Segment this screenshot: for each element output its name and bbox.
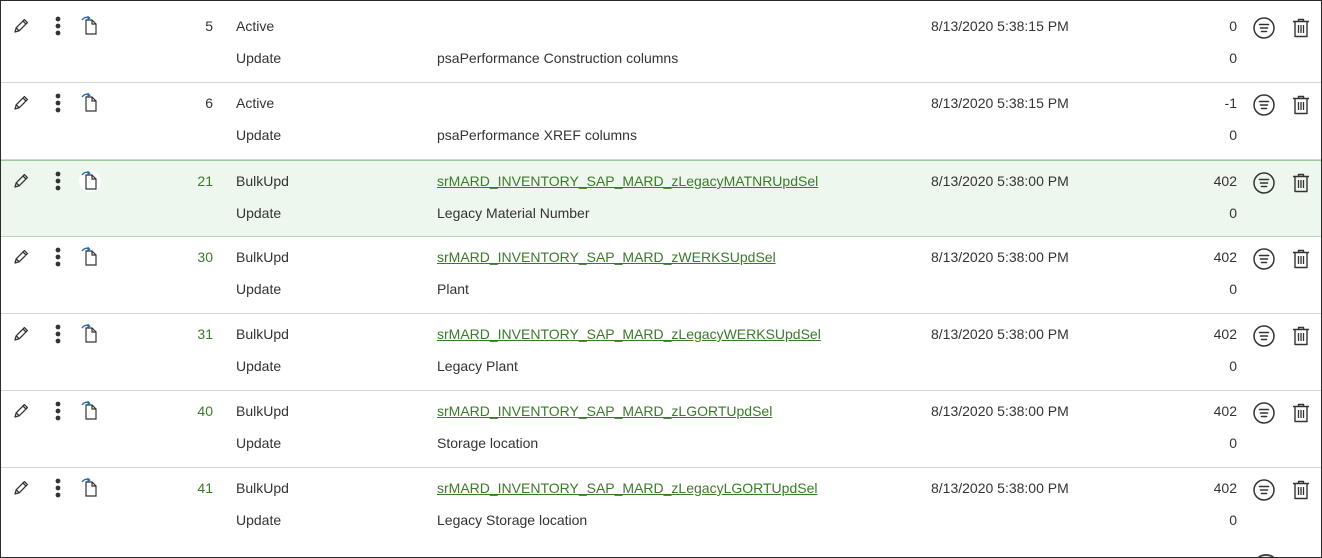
document-arrow-icon[interactable] [79, 477, 101, 499]
rule-kind: Active [236, 18, 275, 34]
timestamp: 8/13/2020 5:38:00 PM [931, 480, 1069, 496]
vertical-dots-icon[interactable] [52, 92, 64, 114]
trash-icon[interactable] [1289, 247, 1313, 271]
table-row[interactable]: 31 BulkUpd srMARD_INVENTORY_SAP_MARD_zLe… [1, 314, 1321, 391]
sequence-number: 21 [197, 173, 213, 189]
trash-icon[interactable] [1289, 171, 1313, 195]
secondary-count: 0 [1229, 127, 1237, 143]
rule-description: Legacy Plant [437, 358, 518, 374]
document-arrow-icon[interactable] [79, 323, 101, 345]
table-row[interactable]: 5 Active 8/13/2020 5:38:15 PM 0 Update p… [1, 6, 1321, 83]
sequence-number: 31 [197, 326, 213, 342]
list-circle-icon[interactable] [1252, 247, 1276, 271]
vertical-dots-icon[interactable] [52, 15, 64, 37]
secondary-count: 0 [1229, 435, 1237, 451]
list-circle-icon[interactable] [1252, 171, 1276, 195]
pencil-icon[interactable] [12, 17, 30, 35]
rule-link[interactable]: srMARD_INVENTORY_SAP_MARD_zLGORTUpdSel [437, 403, 772, 419]
sequence-number: 41 [197, 480, 213, 496]
rule-kind: BulkUpd [236, 249, 289, 265]
secondary-count: 0 [1229, 50, 1237, 66]
operation-type: Update [236, 358, 282, 374]
record-count: 402 [1213, 403, 1237, 419]
list-circle-icon[interactable] [1252, 401, 1276, 425]
operation-type: Update [236, 50, 282, 66]
secondary-count: 0 [1229, 205, 1237, 221]
trash-icon[interactable] [1289, 93, 1313, 117]
record-count: 402 [1213, 249, 1237, 265]
rule-description: Legacy Material Number [437, 205, 590, 221]
pencil-icon[interactable] [12, 94, 30, 112]
rules-list: 5 Active 8/13/2020 5:38:15 PM 0 Update p… [1, 6, 1321, 545]
table-row[interactable]: 41 BulkUpd srMARD_INVENTORY_SAP_MARD_zLe… [1, 468, 1321, 545]
rule-description: psaPerformance XREF columns [437, 127, 637, 143]
record-count: 0 [1229, 18, 1237, 34]
record-count: 402 [1213, 173, 1237, 189]
pencil-icon[interactable] [12, 248, 30, 266]
sequence-number: 5 [205, 18, 213, 34]
record-count: -1 [1224, 95, 1237, 111]
sequence-number: 6 [205, 95, 213, 111]
next-row-icon-peek [1257, 554, 1275, 557]
list-circle-icon[interactable] [1252, 324, 1276, 348]
trash-icon[interactable] [1289, 324, 1313, 348]
record-count: 402 [1213, 480, 1237, 496]
vertical-dots-icon[interactable] [52, 170, 64, 192]
list-circle-icon[interactable] [1252, 478, 1276, 502]
rule-description: Legacy Storage location [437, 512, 588, 528]
timestamp: 8/13/2020 5:38:00 PM [931, 173, 1069, 189]
secondary-count: 0 [1229, 358, 1237, 374]
rule-kind: BulkUpd [236, 173, 289, 189]
rule-kind: BulkUpd [236, 480, 289, 496]
vertical-dots-icon[interactable] [52, 477, 64, 499]
secondary-count: 0 [1229, 281, 1237, 297]
vertical-dots-icon[interactable] [52, 323, 64, 345]
document-arrow-icon[interactable] [79, 92, 101, 114]
timestamp: 8/13/2020 5:38:00 PM [931, 249, 1069, 265]
operation-type: Update [236, 435, 282, 451]
sequence-number: 30 [197, 249, 213, 265]
operation-type: Update [236, 281, 282, 297]
operation-type: Update [236, 512, 282, 528]
pencil-icon[interactable] [12, 402, 30, 420]
timestamp: 8/13/2020 5:38:00 PM [931, 403, 1069, 419]
document-arrow-icon[interactable] [79, 170, 101, 192]
rule-description: Plant [437, 281, 469, 297]
rule-kind: BulkUpd [236, 403, 289, 419]
document-arrow-icon[interactable] [79, 400, 101, 422]
timestamp: 8/13/2020 5:38:00 PM [931, 326, 1069, 342]
rule-link[interactable]: srMARD_INVENTORY_SAP_MARD_zLegacyLGORTUp… [437, 480, 817, 496]
rule-link[interactable]: srMARD_INVENTORY_SAP_MARD_zLegacyMATNRUp… [437, 173, 818, 189]
table-row[interactable]: 40 BulkUpd srMARD_INVENTORY_SAP_MARD_zLG… [1, 391, 1321, 468]
pencil-icon[interactable] [12, 172, 30, 190]
record-count: 402 [1213, 326, 1237, 342]
trash-icon[interactable] [1289, 16, 1313, 40]
table-row[interactable]: 30 BulkUpd srMARD_INVENTORY_SAP_MARD_zWE… [1, 237, 1321, 314]
vertical-dots-icon[interactable] [52, 246, 64, 268]
pencil-icon[interactable] [12, 325, 30, 343]
operation-type: Update [236, 205, 282, 221]
rule-link[interactable]: srMARD_INVENTORY_SAP_MARD_zWERKSUpdSel [437, 249, 776, 265]
rule-kind: BulkUpd [236, 326, 289, 342]
document-arrow-icon[interactable] [79, 246, 101, 268]
timestamp: 8/13/2020 5:38:15 PM [931, 95, 1069, 111]
document-arrow-icon[interactable] [79, 15, 101, 37]
list-circle-icon[interactable] [1252, 93, 1276, 117]
table-row[interactable]: 6 Active 8/13/2020 5:38:15 PM -1 Update … [1, 83, 1321, 160]
operation-type: Update [236, 127, 282, 143]
rule-description: psaPerformance Construction columns [437, 50, 679, 66]
vertical-dots-icon[interactable] [52, 400, 64, 422]
rule-link[interactable]: srMARD_INVENTORY_SAP_MARD_zLegacyWERKSUp… [437, 326, 821, 342]
rules-grid: 5 Active 8/13/2020 5:38:15 PM 0 Update p… [0, 0, 1322, 558]
list-circle-icon[interactable] [1252, 16, 1276, 40]
table-row-selected[interactable]: 21 BulkUpd srMARD_INVENTORY_SAP_MARD_zLe… [1, 160, 1321, 237]
sequence-number: 40 [197, 403, 213, 419]
trash-icon[interactable] [1289, 478, 1313, 502]
pencil-icon[interactable] [12, 479, 30, 497]
trash-icon[interactable] [1289, 401, 1313, 425]
secondary-count: 0 [1229, 512, 1237, 528]
rule-description: Storage location [437, 435, 539, 451]
rule-kind: Active [236, 95, 275, 111]
timestamp: 8/13/2020 5:38:15 PM [931, 18, 1069, 34]
